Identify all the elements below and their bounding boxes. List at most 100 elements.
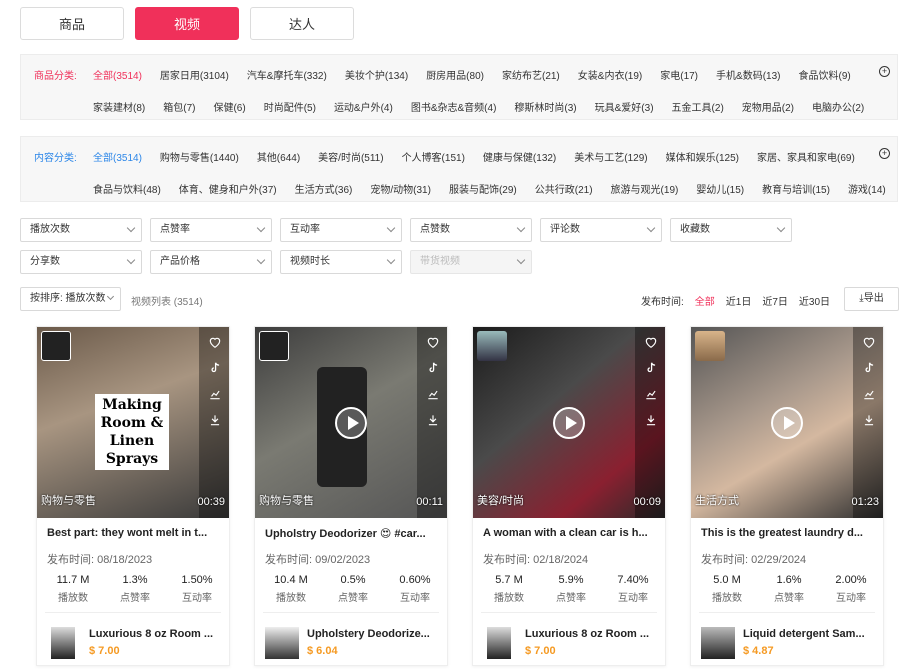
content-option[interactable]: 旅游与观光(19) <box>611 181 679 196</box>
filter-comments-dropdown[interactable]: 评论数 <box>540 218 662 242</box>
video-title[interactable]: A woman with a clean car is h... <box>483 527 655 539</box>
content-option[interactable]: 美容/时尚(511) <box>318 149 383 164</box>
category-option[interactable]: 女装&内衣(19) <box>578 67 642 82</box>
product-image[interactable] <box>487 627 511 659</box>
video-title[interactable]: Upholstry Deodorizer 😍 #car... <box>265 527 437 540</box>
content-option[interactable]: 体育、健身和户外(37) <box>179 181 277 196</box>
content-option[interactable]: 服装与配饰(29) <box>449 181 517 196</box>
product-image[interactable] <box>701 627 735 659</box>
time-option-30d[interactable]: 近30日 <box>799 293 830 308</box>
product-image[interactable] <box>265 627 299 659</box>
category-option[interactable]: 汽车&摩托车(332) <box>247 67 327 82</box>
content-option[interactable]: 美术与工艺(129) <box>574 149 647 164</box>
category-option[interactable]: 时尚配件(5) <box>264 99 316 114</box>
download-icon[interactable] <box>862 413 876 427</box>
filter-shares-dropdown[interactable]: 分享数 <box>20 250 142 274</box>
video-card[interactable]: 生活方式 01:23 This is the greatest laundry … <box>690 326 884 666</box>
heart-icon[interactable] <box>208 335 222 349</box>
product-name[interactable]: Liquid detergent Sam... <box>743 628 869 640</box>
video-card[interactable]: 购物与零售 00:11 Upholstry Deodorizer 😍 #car.… <box>254 326 448 666</box>
content-option[interactable]: 宠物/动物(31) <box>370 181 431 196</box>
filter-price-dropdown[interactable]: 产品价格 <box>150 250 272 274</box>
expand-plus-icon[interactable]: + <box>879 66 890 77</box>
chart-icon[interactable] <box>208 387 222 401</box>
category-option[interactable]: 手机&数码(13) <box>716 67 780 82</box>
play-icon[interactable] <box>553 406 585 439</box>
video-title[interactable]: Best part: they wont melt in t... <box>47 527 219 539</box>
tiktok-icon[interactable] <box>426 361 440 375</box>
heart-icon[interactable] <box>862 335 876 349</box>
filter-likes-dropdown[interactable]: 点赞数 <box>410 218 532 242</box>
content-option[interactable]: 购物与零售(1440) <box>160 149 239 164</box>
category-option[interactable]: 玩具&爱好(3) <box>595 99 654 114</box>
category-option[interactable]: 家纺布艺(21) <box>502 67 560 82</box>
filter-favorites-dropdown[interactable]: 收藏数 <box>670 218 792 242</box>
content-option[interactable]: 健康与保健(132) <box>483 149 556 164</box>
play-icon[interactable] <box>335 406 367 439</box>
video-thumbnail[interactable]: 美容/时尚 00:09 <box>473 327 665 518</box>
content-option[interactable]: 公共行政(21) <box>535 181 593 196</box>
content-option[interactable]: 食品与饮料(48) <box>93 181 161 196</box>
category-option[interactable]: 电脑办公(2) <box>812 99 864 114</box>
sort-dropdown[interactable]: 按排序: 播放次数 <box>20 287 121 311</box>
heart-icon[interactable] <box>644 335 658 349</box>
expand-plus-icon[interactable]: + <box>879 148 890 159</box>
category-option[interactable]: 家装建材(8) <box>93 99 145 114</box>
chart-icon[interactable] <box>426 387 440 401</box>
download-icon[interactable] <box>644 413 658 427</box>
category-option[interactable]: 全部(3514) <box>93 67 142 82</box>
tiktok-icon[interactable] <box>208 361 222 375</box>
time-option-7d[interactable]: 近7日 <box>762 293 788 308</box>
content-option[interactable]: 其他(644) <box>257 149 300 164</box>
tab-creators[interactable]: 达人 <box>250 7 354 40</box>
video-card[interactable]: Making Room & Linen Sprays 购物与零售 00:39 B… <box>36 326 230 666</box>
category-option[interactable]: 家电(17) <box>660 67 698 82</box>
play-icon[interactable] <box>771 406 803 439</box>
video-card[interactable]: 美容/时尚 00:09 A woman with a clean car is … <box>472 326 666 666</box>
video-title[interactable]: This is the greatest laundry d... <box>701 527 873 539</box>
creator-avatar <box>259 331 289 361</box>
category-option[interactable]: 穆斯林时尚(3) <box>514 99 576 114</box>
category-option[interactable]: 保健(6) <box>213 99 245 114</box>
category-option[interactable]: 箱包(7) <box>163 99 195 114</box>
filter-like-rate-dropdown[interactable]: 点赞率 <box>150 218 272 242</box>
content-option[interactable]: 婴幼儿(15) <box>696 181 744 196</box>
download-icon[interactable] <box>426 413 440 427</box>
category-option[interactable]: 运动&户外(4) <box>334 99 393 114</box>
tiktok-icon[interactable] <box>644 361 658 375</box>
time-option-1d[interactable]: 近1日 <box>726 293 752 308</box>
filter-engage-rate-dropdown[interactable]: 互动率 <box>280 218 402 242</box>
category-option[interactable]: 五金工具(2) <box>672 99 724 114</box>
content-option[interactable]: 家居、家具和家电(69) <box>757 149 855 164</box>
heart-icon[interactable] <box>426 335 440 349</box>
category-option[interactable]: 食品饮料(9) <box>798 67 850 82</box>
content-option[interactable]: 游戏(14) <box>848 181 886 196</box>
tab-products[interactable]: 商品 <box>20 7 124 40</box>
content-option[interactable]: 生活方式(36) <box>295 181 353 196</box>
category-option[interactable]: 宠物用品(2) <box>742 99 794 114</box>
content-option[interactable]: 教育与培训(15) <box>762 181 830 196</box>
video-thumbnail[interactable]: 生活方式 01:23 <box>691 327 883 518</box>
category-option[interactable]: 厨房用品(80) <box>426 67 484 82</box>
category-option[interactable]: 美妆个护(134) <box>345 67 408 82</box>
chart-icon[interactable] <box>862 387 876 401</box>
filter-duration-dropdown[interactable]: 视频时长 <box>280 250 402 274</box>
download-icon[interactable] <box>208 413 222 427</box>
time-option-all[interactable]: 全部 <box>695 293 715 308</box>
video-thumbnail[interactable]: Making Room & Linen Sprays 购物与零售 00:39 <box>37 327 229 518</box>
chart-icon[interactable] <box>644 387 658 401</box>
tab-videos[interactable]: 视频 <box>135 7 239 40</box>
product-image[interactable] <box>51 627 75 659</box>
content-option[interactable]: 全部(3514) <box>93 149 142 164</box>
export-button[interactable]: ⤓导出 <box>844 287 899 311</box>
product-name[interactable]: Luxurious 8 oz Room ... <box>89 628 215 640</box>
category-option[interactable]: 图书&杂志&音频(4) <box>411 99 497 114</box>
category-option[interactable]: 居家日用(3104) <box>160 67 229 82</box>
content-option[interactable]: 个人博客(151) <box>402 149 465 164</box>
filter-plays-dropdown[interactable]: 播放次数 <box>20 218 142 242</box>
tiktok-icon[interactable] <box>862 361 876 375</box>
video-thumbnail[interactable]: 购物与零售 00:11 <box>255 327 447 518</box>
product-name[interactable]: Luxurious 8 oz Room ... <box>525 628 651 640</box>
product-name[interactable]: Upholstery Deodorize... <box>307 628 433 640</box>
content-option[interactable]: 媒体和娱乐(125) <box>666 149 739 164</box>
